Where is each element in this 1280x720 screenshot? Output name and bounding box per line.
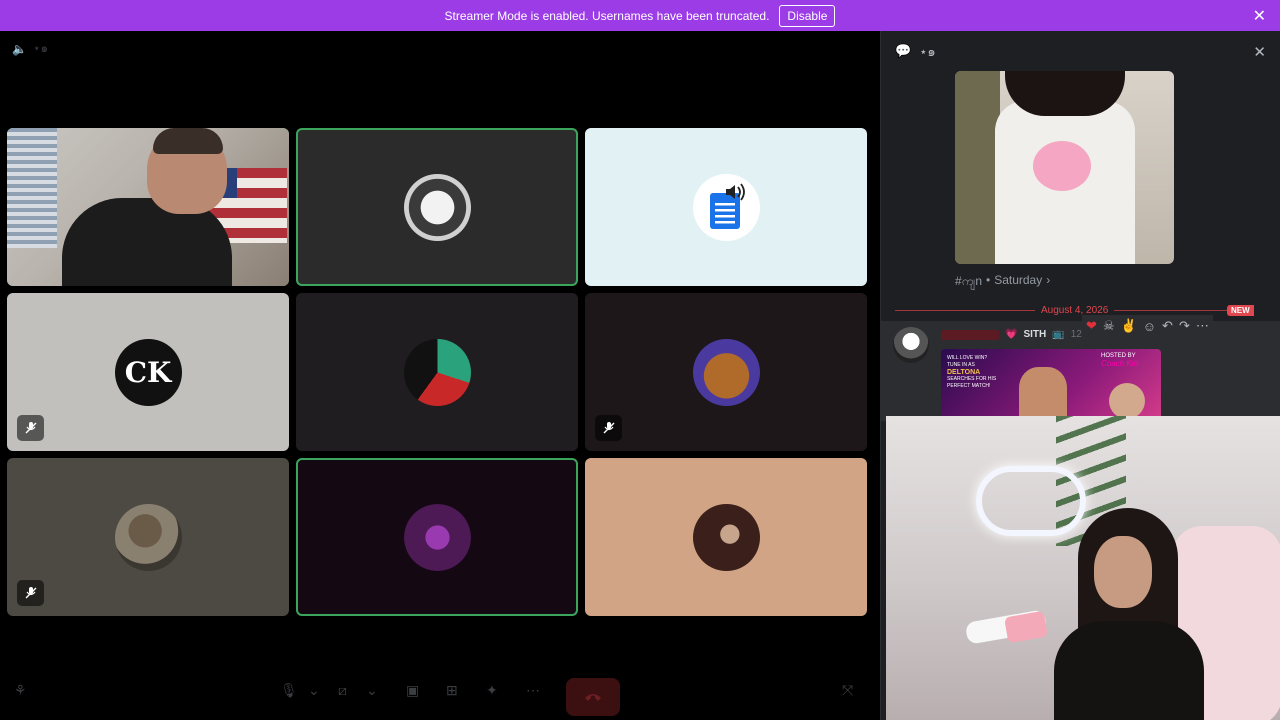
avatar[interactable]: [893, 327, 929, 363]
neon-sign: [976, 466, 1086, 536]
participant-tile[interactable]: [296, 128, 578, 286]
muted-mic-icon: [17, 415, 44, 441]
streamer-mode-banner: Streamer Mode is enabled. Usernames have…: [0, 0, 1280, 31]
tv-icon: 📺: [1052, 329, 1065, 340]
close-icon[interactable]: ✕: [1253, 6, 1266, 26]
avatar: [114, 503, 182, 571]
muted-mic-icon: [595, 415, 622, 441]
role-tag: SITH: [1023, 329, 1047, 340]
participant-tile[interactable]: [296, 458, 578, 616]
avatar: [403, 173, 471, 241]
leave-call-button[interactable]: [566, 678, 620, 716]
chat-image-attachment[interactable]: [955, 71, 1174, 264]
message-header: 💗 SITH 📺 12:: [941, 329, 1085, 340]
screen-share-icon[interactable]: ▣: [406, 682, 419, 699]
participant-tile[interactable]: [585, 293, 867, 451]
channel-icon: ⋆๑: [32, 41, 49, 55]
avatar-initials: CK: [124, 355, 172, 389]
thread-meta[interactable]: #ကျn • Saturday ›: [955, 273, 1050, 291]
message-hover-toolbar: ❤ ☠ ✌ ☺ ↶ ↷ ⋯: [1082, 315, 1213, 337]
avatar: [403, 338, 471, 406]
activities-grid-icon[interactable]: ⊞: [446, 682, 458, 699]
chat-message[interactable]: 💗 SITH 📺 12: WILL LOVE WIN? TUNE IN AS D…: [881, 321, 1280, 421]
channel-name-icon: ⋆๑: [919, 43, 936, 59]
participant-tile[interactable]: CK: [7, 293, 289, 451]
call-controls: ⚘ 🎙 ⌄ ⧄ ⌄ ▣ ⊞ ✦ ⋯ ⤧: [0, 668, 873, 720]
message-image[interactable]: WILL LOVE WIN? TUNE IN AS DELTONA SEARCH…: [941, 349, 1161, 419]
avatar: [692, 173, 760, 241]
chevron-down-icon[interactable]: ⌄: [366, 682, 378, 699]
avatar: CK: [114, 338, 182, 406]
chevron-right-icon: ›: [1046, 273, 1051, 287]
fullscreen-icon[interactable]: ⤧: [842, 682, 853, 699]
call-header: 🔈 ⋆๑: [12, 39, 48, 58]
more-options-icon[interactable]: ⋯: [526, 682, 540, 699]
skull-reaction-icon[interactable]: ☠: [1103, 318, 1115, 334]
camera-off-icon[interactable]: ⧄: [338, 682, 347, 699]
promo-name: DELTONA: [947, 369, 981, 376]
avatar: [692, 503, 760, 571]
heart-icon: 💗: [1005, 329, 1018, 340]
banner-message: Streamer Mode is enabled. Usernames have…: [444, 8, 770, 23]
webcam-video: [7, 128, 289, 286]
participant-tile-webcam[interactable]: [7, 128, 289, 286]
doc-speaker-icon: [710, 183, 745, 229]
heart-reaction-icon[interactable]: ❤: [1086, 318, 1097, 334]
participant-tile[interactable]: [585, 128, 867, 286]
thread-channel: #ကျn: [955, 274, 982, 288]
microphone-icon[interactable]: 🎙: [280, 682, 298, 699]
disable-streamer-mode-button[interactable]: Disable: [779, 4, 836, 27]
more-options-icon[interactable]: ⋯: [1196, 318, 1209, 334]
avatar: [692, 338, 760, 406]
participant-tile[interactable]: [7, 458, 289, 616]
kirby-graphic: [1033, 141, 1091, 191]
muted-mic-icon: [17, 580, 44, 606]
add-reaction-icon[interactable]: ☺: [1143, 319, 1156, 334]
speaker-icon: 🔈: [12, 41, 27, 56]
chat-panel-header: 💬 ⋆๑: [881, 31, 1280, 71]
reply-icon[interactable]: ↶: [1162, 318, 1173, 334]
avatar: [403, 503, 471, 571]
new-badge: NEW: [1227, 305, 1254, 316]
close-icon[interactable]: ✕: [1253, 43, 1266, 61]
participant-grid: CK: [7, 128, 867, 616]
thread-day: Saturday: [994, 273, 1043, 287]
webcam-overlay: [886, 416, 1280, 720]
phone-hangup-icon: [585, 694, 601, 701]
chevron-down-icon[interactable]: ⌄: [308, 682, 320, 699]
participant-tile[interactable]: [585, 458, 867, 616]
chat-bubble-icon: 💬: [895, 43, 912, 58]
username-redacted[interactable]: [941, 329, 999, 340]
hand-reaction-icon[interactable]: ✌: [1121, 318, 1137, 334]
voice-call-area: 🔈 ⋆๑ CK ⚘ 🎙 ⌄ ⧄ ⌄ ▣ ⊞ ✦ ⋯ ⤧: [0, 31, 873, 720]
soundboard-icon[interactable]: ✦: [486, 682, 498, 699]
forward-icon[interactable]: ↷: [1179, 318, 1190, 334]
activity-icon[interactable]: ⚘: [14, 682, 27, 699]
participant-tile[interactable]: [296, 293, 578, 451]
